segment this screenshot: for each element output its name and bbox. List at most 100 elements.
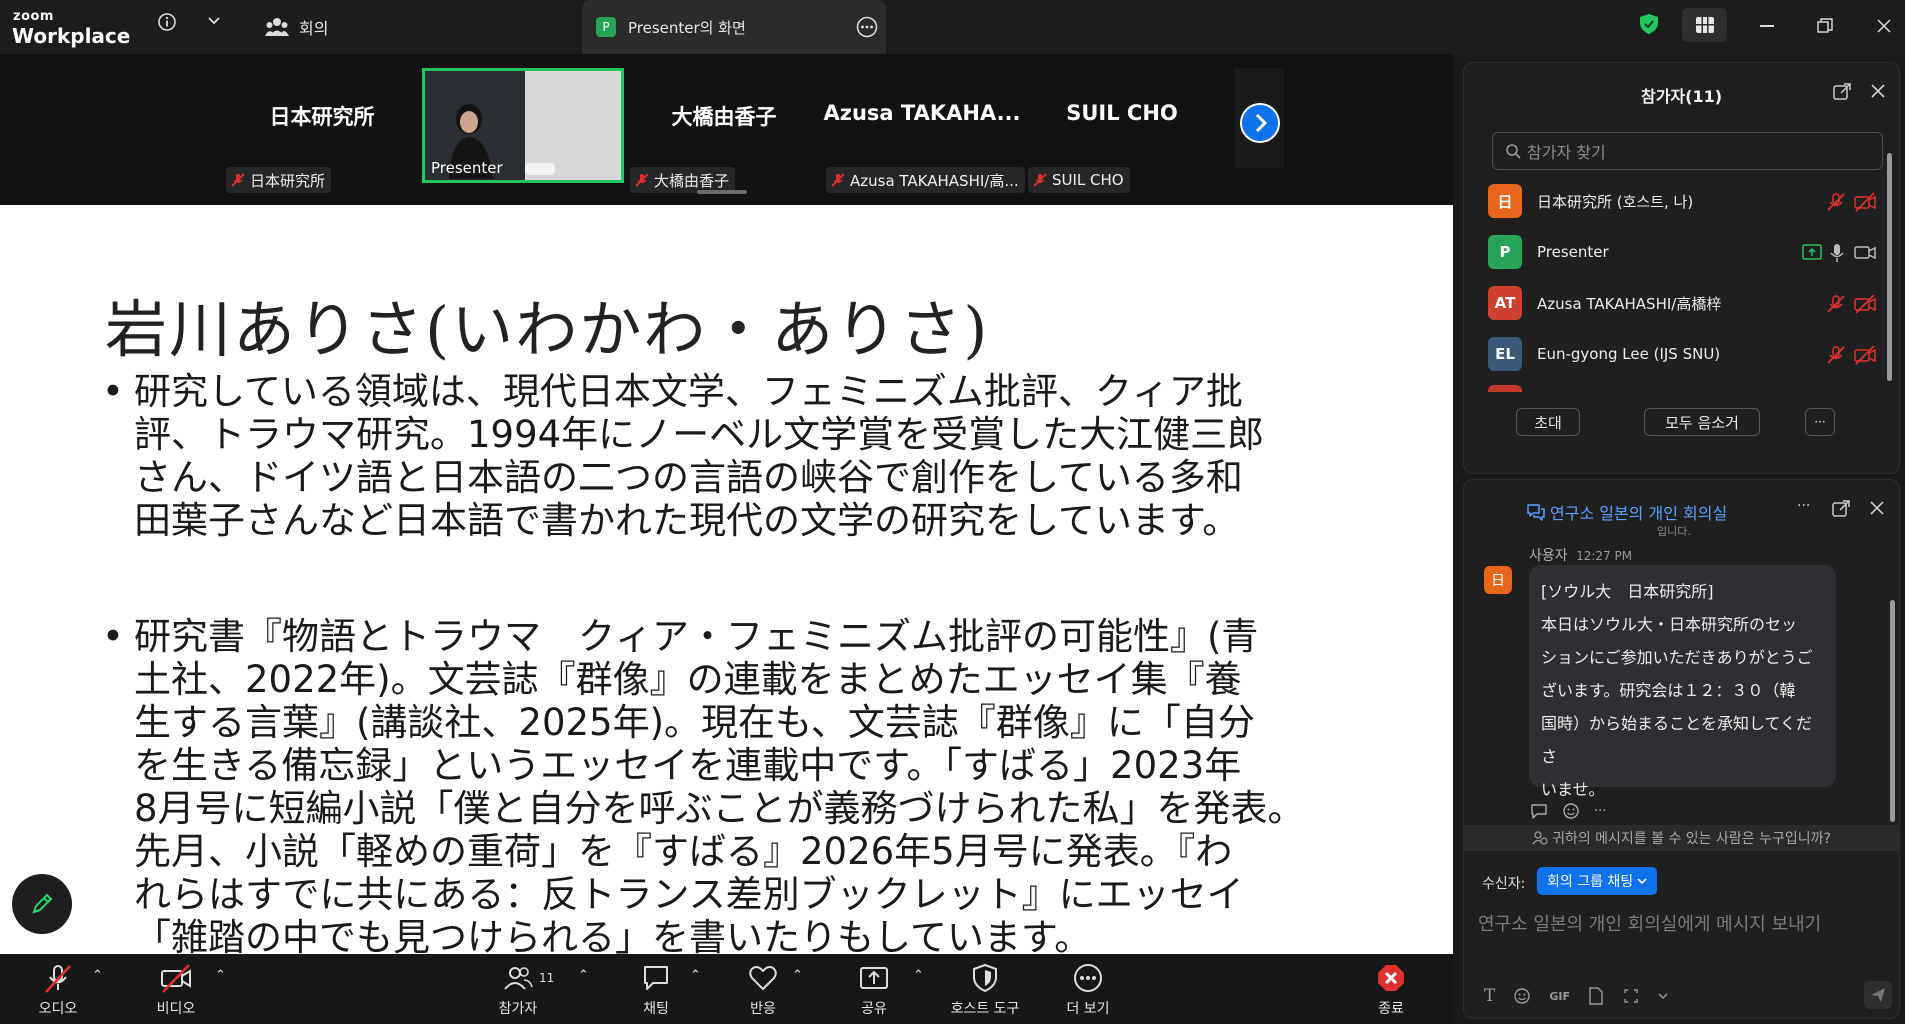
popout-icon[interactable] (1833, 83, 1851, 101)
end-label: 종료 (1378, 1001, 1404, 1017)
audio-button[interactable]: 오디오 (13, 962, 103, 1018)
video-button[interactable]: 비디오 (131, 962, 221, 1018)
popout-icon[interactable] (1832, 500, 1850, 518)
search-placeholder: 참가자 찾기 (1527, 143, 1606, 162)
shield-icon (973, 963, 997, 993)
participant-row[interactable]: 日 日本研究所 (호스트, 나) (1488, 183, 1693, 219)
react-options-caret[interactable]: ⌃ (792, 968, 803, 983)
heart-icon (749, 966, 777, 990)
video-tile-presenter[interactable]: Presenter (422, 68, 624, 183)
participants-icon (265, 18, 289, 36)
host-tools-label: 호스트 도구 (950, 1001, 1020, 1017)
slide-bullet-1: • 研究している領域は、現代日本文学、フェミニズム批評、クィア批 評、トラウマ研… (102, 370, 1362, 542)
participants-options-caret[interactable]: ⌃ (578, 968, 589, 983)
strip-resize-handle[interactable] (697, 190, 747, 194)
meeting-toolbar: 오디오 ⌃ 비디오 ⌃ 참가자 11 ⌃ 채팅 ⌃ 반응 ⌃ 공유 ⌃ 호스트 … (0, 954, 1453, 1024)
mic-muted-icon[interactable] (1826, 345, 1846, 365)
mic-muted-icon[interactable] (1826, 294, 1846, 314)
chat-scrollbar[interactable] (1890, 600, 1895, 822)
audio-options-caret[interactable]: ⌃ (92, 968, 103, 983)
chat-more-icon[interactable]: ··· (1797, 498, 1810, 514)
right-panel: 참가자(11) 참가자 찾기 日 日本研究所 (호스트, 나) P Presen… (1453, 54, 1905, 1024)
bullet-dot: • (102, 370, 124, 413)
tab-presenter-label: Presenter의 화면 (628, 18, 746, 37)
text-format-icon[interactable]: T (1484, 986, 1495, 1006)
chat-label: 채팅 (643, 1001, 669, 1017)
participant-name: Azusa TAKAHASHI/高橋梓 (1537, 294, 1722, 313)
more-button[interactable]: 더 보기 (1043, 962, 1133, 1018)
mic-muted-icon (231, 173, 245, 187)
reply-icon[interactable] (1530, 803, 1548, 819)
screenshot-icon[interactable] (1622, 987, 1640, 1005)
video-off-icon[interactable] (1854, 345, 1876, 365)
video-off-icon[interactable] (1854, 294, 1876, 314)
emoji-icon[interactable] (1513, 987, 1531, 1005)
video-tile-azusa[interactable]: Azusa TAKAHA... Azusa TAKAHASHI/高... (822, 68, 1025, 193)
video-tile-name: SUIL CHO (1066, 101, 1178, 125)
tab-presenter-screen[interactable]: P Presenter의 화면 (582, 0, 886, 54)
share-label: 공유 (861, 1001, 887, 1017)
chevron-down-icon (1637, 878, 1647, 885)
participant-search-input[interactable]: 참가자 찾기 (1492, 132, 1883, 170)
minimize-icon[interactable] (1760, 25, 1774, 27)
recipient-select[interactable]: 회의 그룹 채팅 (1537, 867, 1658, 895)
share-options-caret[interactable]: ⌃ (913, 968, 924, 983)
chat-input-toolbar: T GIF (1484, 986, 1668, 1006)
mic-muted-icon[interactable] (1826, 192, 1846, 212)
name-tag-label: 日本研究所 (250, 171, 326, 190)
participant-row[interactable]: EL Eun-gyong Lee (IJS SNU) (1488, 336, 1720, 372)
video-options-caret[interactable]: ⌃ (215, 968, 226, 983)
participants-more-button[interactable]: ··· (1805, 408, 1835, 436)
file-icon[interactable] (1588, 987, 1604, 1005)
next-page-button[interactable] (1240, 103, 1280, 143)
chat-title[interactable]: 연구소 일본의 개인 회의실 (1526, 500, 1727, 524)
video-tile-ohashi[interactable]: 大橋由香子 大橋由香子 (630, 68, 818, 193)
send-button[interactable] (1864, 981, 1892, 1009)
invite-button[interactable]: 초대 (1516, 408, 1580, 436)
chevron-down-icon[interactable] (207, 14, 221, 28)
emoji-reaction-icon[interactable] (1562, 802, 1580, 820)
message-more-icon[interactable]: ··· (1594, 804, 1606, 819)
view-layout-button[interactable] (1682, 8, 1727, 42)
participants-scrollbar[interactable] (1887, 153, 1892, 381)
close-window-icon[interactable] (1876, 18, 1892, 34)
chat-button[interactable]: 채팅 (611, 962, 701, 1018)
visibility-info-bar[interactable]: 귀하의 메시지를 볼 수 있는 사람은 누구입니까? (1464, 825, 1899, 851)
mic-muted-icon (831, 173, 845, 187)
participant-row[interactable]: P Presenter (1488, 234, 1609, 270)
bullet-dot: • (102, 615, 124, 658)
info-icon[interactable] (157, 12, 177, 32)
mic-icon[interactable] (1830, 243, 1844, 263)
security-shield-icon[interactable] (1639, 13, 1659, 35)
annotate-button[interactable] (12, 874, 72, 934)
more-options-icon[interactable] (856, 16, 878, 38)
video-off-icon[interactable] (1854, 192, 1876, 212)
share-button[interactable]: 공유 (829, 962, 919, 1018)
chat-panel: 연구소 일본의 개인 회의실 ··· 입니다. 사용자 12:27 PM 日 [… (1463, 479, 1900, 1019)
end-meeting-button[interactable]: 종료 (1346, 962, 1436, 1018)
chat-input[interactable]: 연구소 일본의 개인 회의실에게 메시지 보내기 (1478, 910, 1821, 936)
title-bar: zoom Workplace 회의 P Presenter의 화면 (0, 0, 1905, 54)
slide-bullet-2: • 研究書『物語とトラウマ クィア・フェミニズム批評の可能性』(青 土社、202… (102, 615, 1362, 954)
video-tile-nihon-kenkyusho[interactable]: 日本研究所 日本研究所 (218, 68, 426, 193)
participant-row[interactable]: AT Azusa TAKAHASHI/高橋梓 (1488, 285, 1721, 321)
close-panel-icon[interactable] (1869, 500, 1885, 516)
close-panel-icon[interactable] (1870, 83, 1886, 99)
chat-icon (644, 966, 668, 990)
name-tag: 日本研究所 (226, 167, 332, 193)
chat-message-bubble[interactable]: [ソウル大 日本研究所] 本日はソウル大・日本研究所のセッ ションにご参加いただ… (1529, 565, 1836, 799)
restore-icon[interactable] (1817, 18, 1833, 34)
host-tools-button[interactable]: 호스트 도구 (940, 962, 1030, 1018)
video-tile-suil-cho[interactable]: SUIL CHO SUIL CHO (1024, 68, 1220, 193)
mute-all-button[interactable]: 모두 음소거 (1644, 408, 1760, 436)
tab-meeting[interactable]: 회의 (265, 0, 385, 54)
people-icon (1532, 831, 1548, 845)
end-call-icon (1378, 965, 1404, 991)
gif-icon[interactable]: GIF (1549, 990, 1570, 1003)
react-label: 반응 (750, 1001, 776, 1017)
shared-screen-slide: 岩川ありさ(いわかわ・ありさ) • 研究している領域は、現代日本文学、フェミニズ… (0, 205, 1453, 954)
chevron-down-icon[interactable] (1658, 991, 1668, 1001)
chat-options-caret[interactable]: ⌃ (690, 968, 701, 983)
participant-name: Eun-gyong Lee (IJS SNU) (1537, 345, 1721, 363)
video-icon[interactable] (1854, 244, 1876, 262)
